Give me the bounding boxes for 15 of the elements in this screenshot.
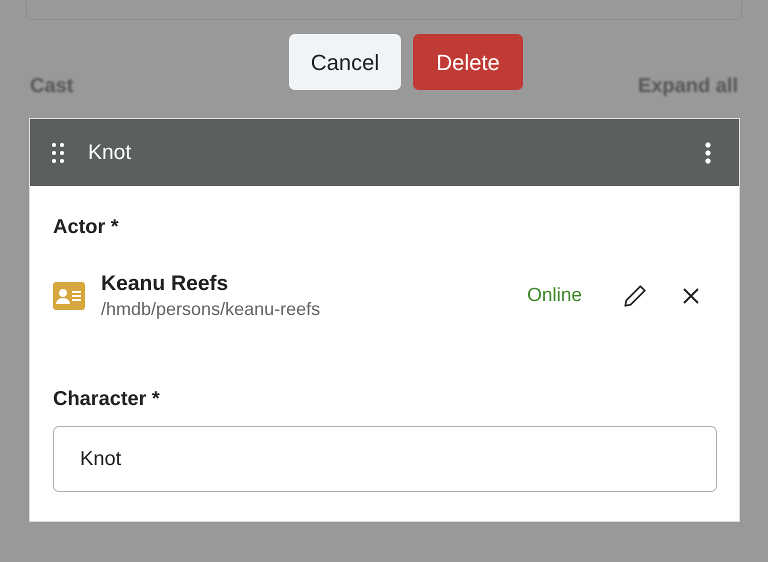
delete-button[interactable]: Delete: [413, 34, 523, 90]
contact-card-icon: [53, 282, 85, 310]
actor-label: Actor *: [53, 215, 120, 239]
status-text: Online: [527, 284, 582, 308]
card-title: Knot: [88, 140, 132, 166]
cancel-button[interactable]: Cancel: [289, 34, 401, 90]
drag-handle-icon[interactable]: [52, 142, 64, 162]
close-icon[interactable]: [682, 287, 700, 305]
more-options-icon[interactable]: [705, 142, 711, 164]
actor-path: /hmdb/persons/keanu-reefs: [101, 298, 322, 321]
section-title: Cast: [30, 74, 74, 99]
actor-name: Keanu Reefs: [101, 271, 230, 297]
character-input[interactable]: Knot: [53, 426, 717, 492]
character-label: Character *: [53, 387, 161, 411]
edit-icon[interactable]: [622, 283, 648, 309]
